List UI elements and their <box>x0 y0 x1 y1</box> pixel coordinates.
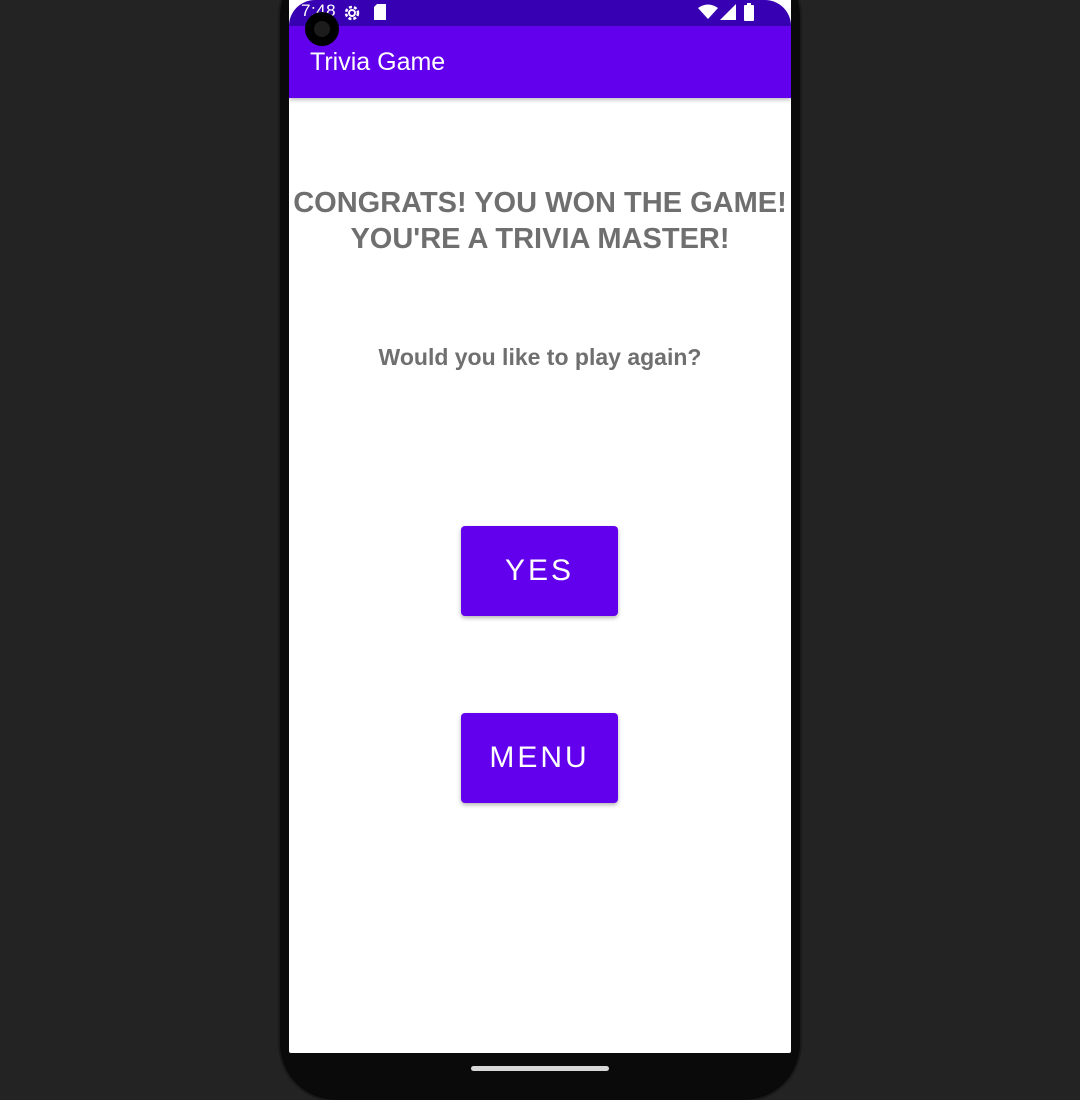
gear-icon <box>342 3 362 28</box>
app-screen: 7:48 Trivia Game CONGRATS! YOU WON THE G… <box>289 0 791 1053</box>
play-again-prompt: Would you like to play again? <box>378 344 702 370</box>
gesture-nav-handle[interactable] <box>471 1066 609 1071</box>
app-title: Trivia Game <box>310 48 446 76</box>
sd-card-icon <box>373 3 387 26</box>
congrats-line-2: YOU'RE A TRIVIA MASTER! <box>350 223 730 255</box>
status-bar: 7:48 <box>289 0 791 26</box>
congrats-message: CONGRATS! YOU WON THE GAME! YOU'RE A TRI… <box>289 185 791 257</box>
wifi-icon <box>697 4 719 25</box>
battery-icon <box>744 3 754 26</box>
yes-button[interactable]: YES <box>461 526 618 616</box>
front-camera <box>305 12 339 46</box>
signal-icon <box>720 4 736 25</box>
menu-button[interactable]: MENU <box>461 713 618 803</box>
app-bar: Trivia Game <box>289 26 791 98</box>
congrats-line-1: CONGRATS! YOU WON THE GAME! <box>293 187 787 219</box>
